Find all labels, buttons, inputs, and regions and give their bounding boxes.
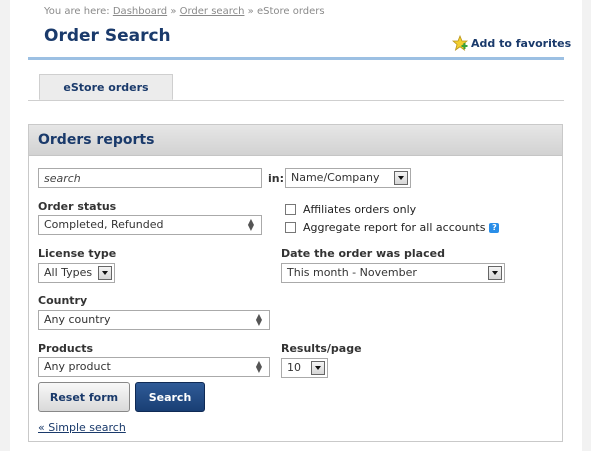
page-title: Order Search	[44, 26, 171, 46]
country-value: Any country	[44, 313, 111, 326]
search-button[interactable]: Search	[135, 382, 205, 412]
products-value: Any product	[44, 360, 111, 373]
date-placed-select[interactable]: This month - November	[281, 263, 505, 283]
breadcrumb-link-dashboard[interactable]: Dashboard	[113, 6, 167, 17]
add-to-favorites-label: Add to favorites	[471, 36, 572, 50]
order-status-select[interactable]: Completed, Refunded ▲ ▼	[38, 215, 262, 235]
reset-form-button[interactable]: Reset form	[38, 382, 130, 412]
search-input[interactable]	[38, 168, 262, 188]
license-type-value: All Types	[44, 266, 93, 279]
page: You are here: Dashboard » Order search »…	[10, 0, 582, 451]
aggregate-report-label: Aggregate report for all accounts	[303, 221, 486, 234]
updown-arrows-icon: ▲ ▼	[247, 217, 254, 232]
date-placed-value: This month - November	[287, 266, 417, 279]
title-divider	[28, 57, 564, 60]
aggregate-report-checkbox[interactable]	[285, 222, 296, 233]
simple-search-link[interactable]: « Simple search	[38, 421, 126, 434]
search-field-select[interactable]: Name/Company	[285, 168, 411, 188]
affiliates-only-row: Affiliates orders only	[285, 203, 416, 216]
panel-title: Orders reports	[29, 125, 562, 156]
results-per-page-select[interactable]: 10	[281, 358, 328, 378]
breadcrumb-separator: »	[247, 6, 254, 17]
chevron-down-icon	[488, 266, 502, 280]
country-select[interactable]: Any country ▲ ▼	[38, 310, 270, 330]
breadcrumb-link-order-search[interactable]: Order search	[180, 6, 245, 17]
tab-estore-orders[interactable]: eStore orders	[39, 74, 173, 100]
affiliates-only-label: Affiliates orders only	[303, 203, 417, 216]
breadcrumb: You are here: Dashboard » Order search »…	[44, 6, 325, 17]
affiliates-only-checkbox[interactable]	[285, 204, 296, 215]
star-plus-icon	[452, 35, 468, 51]
license-type-label: License type	[38, 247, 117, 260]
license-type-select[interactable]: All Types	[38, 263, 115, 283]
aggregate-report-row: Aggregate report for all accounts ?	[285, 221, 500, 234]
order-status-label: Order status	[38, 200, 117, 213]
date-placed-label: Date the order was placed	[281, 247, 445, 260]
chevron-down-icon	[98, 266, 112, 280]
country-label: Country	[38, 294, 88, 307]
breadcrumb-current: eStore orders	[256, 6, 325, 17]
products-label: Products	[38, 342, 94, 355]
results-per-page-label: Results/page	[281, 342, 362, 355]
search-field-value: Name/Company	[291, 171, 380, 184]
orders-reports-panel: Orders reports in: Name/Company Order st…	[28, 124, 563, 442]
updown-arrows-icon: ▲ ▼	[255, 312, 262, 327]
search-in-label: in:	[268, 172, 285, 185]
breadcrumb-prefix: You are here:	[44, 6, 110, 17]
updown-arrows-icon: ▲ ▼	[255, 359, 262, 374]
chevron-down-icon	[394, 171, 408, 185]
add-to-favorites-link[interactable]: Add to favorites	[452, 35, 571, 51]
products-select[interactable]: Any product ▲ ▼	[38, 357, 270, 377]
chevron-down-icon	[311, 361, 325, 375]
help-icon[interactable]: ?	[489, 222, 500, 233]
order-status-value: Completed, Refunded	[44, 218, 164, 231]
results-per-page-value: 10	[287, 361, 301, 374]
breadcrumb-separator: »	[170, 6, 177, 17]
